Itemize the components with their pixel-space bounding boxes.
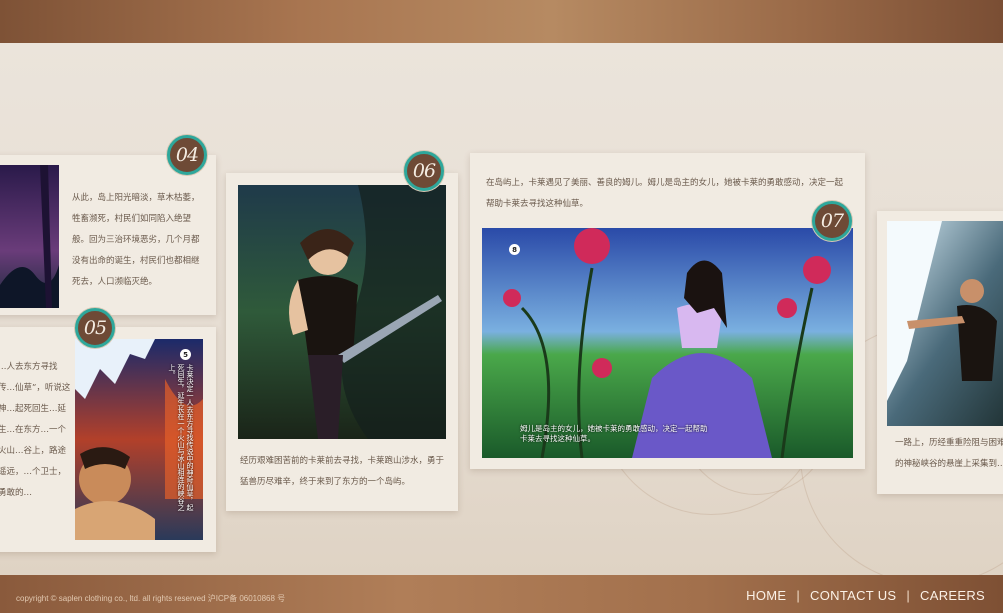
- footer: copyright © saplen clothing co., ltd. al…: [0, 575, 1003, 613]
- footer-nav: HOME | CONTACT US | CAREERS: [746, 588, 985, 603]
- panel-05-caption: …人去东方寻找传…仙草”，听说这神…起死回生…延生…在东方…一个火山…谷上，路途…: [0, 362, 71, 498]
- badge-07: 07: [812, 201, 852, 241]
- panel-07-caption: 在岛屿上，卡莱遇见了美丽、善良的姆儿。姆儿是岛主的女儿，她被卡莱的勇敢感动，决定…: [486, 178, 844, 209]
- story-panel-05[interactable]: …人去东方寻找传…仙草”，听说这神…起死回生…延生…在东方…一个火山…谷上，路途…: [0, 327, 216, 552]
- story-panel-07[interactable]: 在岛屿上，卡莱遇见了美丽、善良的姆儿。姆儿是岛主的女儿，她被卡莱的勇敢感动，决定…: [470, 153, 865, 469]
- contact-us-link[interactable]: CONTACT US: [810, 588, 896, 603]
- illustration-girl-in-meadow: 8 姆儿是岛主的女儿，她被卡莱的勇敢感动，决定一起帮助卡莱去寻找这种仙草。: [482, 228, 853, 458]
- page-number-8: 8: [509, 244, 520, 255]
- illustration-volcano-ice: 5 卡莱决定一人去东方寻找传说中的神奇仙草，起死回生，延生长在一个火山与冰山相连…: [75, 339, 203, 540]
- storybook-gallery: 从此，岛上阳光暗淡，草木枯萎，牲畜濒死，村民们如同陷入绝望般。回为三治环境恶劣，…: [0, 43, 1003, 575]
- panel-06-caption: 经历艰难困苦前的卡莱前去寻找，卡莱跑山涉水，勇于猛兽历尽难辛，终于来到了东方的一…: [240, 456, 445, 487]
- illustration-swordsman: [238, 185, 446, 439]
- illustration-chase: [887, 221, 1003, 426]
- nav-separator: |: [906, 588, 911, 603]
- careers-link[interactable]: CAREERS: [920, 588, 985, 603]
- illustration-night-forest: [0, 165, 59, 308]
- copyright-text: copyright © saplen clothing co., ltd. al…: [16, 594, 286, 603]
- story-panel-08[interactable]: 一路上，历经重重险阻与困难…中的神秘峡谷的悬崖上采集到…: [877, 211, 1003, 494]
- panel-05-vertical-caption: 卡莱决定一人去东方寻找传说中的神奇仙草，起死回生，延生长在一个火山与冰山相连的峡…: [168, 364, 194, 511]
- panel-07-overlay-caption: 姆儿是岛主的女儿，她被卡莱的勇敢感动，决定一起帮助卡莱去寻找这种仙草。: [520, 424, 708, 443]
- panel-04-caption: 从此，岛上阳光暗淡，草木枯萎，牲畜濒死，村民们如同陷入绝望般。回为三治环境恶劣，…: [72, 193, 200, 287]
- story-panel-06[interactable]: 经历艰难困苦前的卡莱前去寻找，卡莱跑山涉水，勇于猛兽历尽难辛，终于来到了东方的一…: [226, 173, 458, 511]
- top-banner: [0, 0, 1003, 43]
- badge-04: 04: [167, 135, 207, 175]
- panel-08-caption: 一路上，历经重重险阻与困难…中的神秘峡谷的悬崖上采集到…: [895, 438, 1003, 469]
- nav-separator: |: [796, 588, 801, 603]
- badge-05: 05: [75, 308, 115, 348]
- story-panel-04[interactable]: 从此，岛上阳光暗淡，草木枯萎，牲畜濒死，村民们如同陷入绝望般。回为三治环境恶劣，…: [0, 155, 216, 315]
- page-number-5: 5: [180, 349, 191, 360]
- home-link[interactable]: HOME: [746, 588, 786, 603]
- badge-06: 06: [404, 151, 444, 191]
